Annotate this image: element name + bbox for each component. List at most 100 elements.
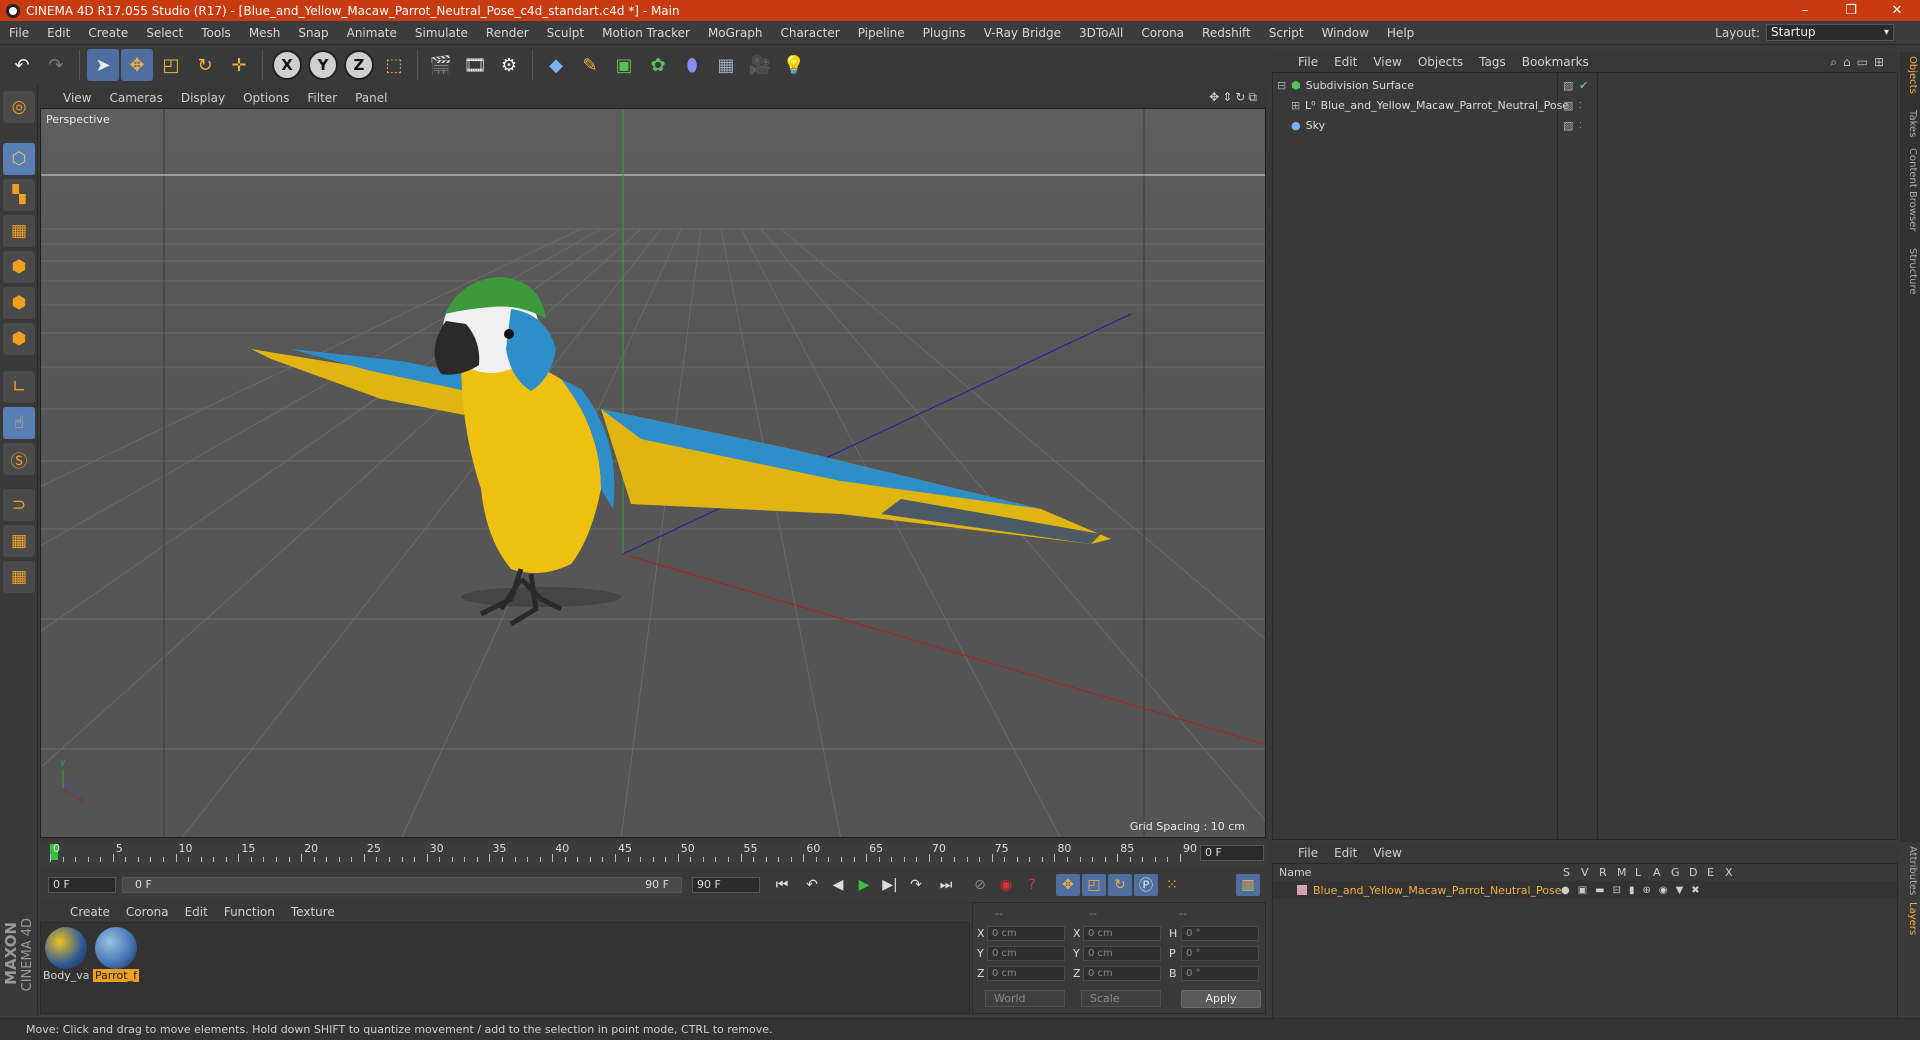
material-menu-function[interactable]: Function (216, 905, 283, 919)
grid-lock-icon[interactable]: ▦ (3, 525, 35, 557)
viewport-menu-cameras[interactable]: Cameras (100, 91, 171, 105)
start-frame-field[interactable]: 0 F (48, 877, 116, 893)
cube-primitive-icon[interactable]: ◆ (540, 49, 572, 81)
layout-dropdown[interactable]: Startup (1766, 24, 1894, 41)
undo-icon[interactable]: ↶ (6, 49, 38, 81)
axis-mode-icon[interactable]: ∟ (3, 371, 35, 403)
layer-row[interactable]: Blue_and_Yellow_Macaw_Parrot_Neutral_Pos… (1273, 881, 1897, 899)
key-rotation-icon[interactable]: ↻ (1108, 874, 1132, 896)
visibility-dots-icon[interactable]: ⁚ (1579, 101, 1582, 110)
redo-icon[interactable]: ↷ (40, 49, 72, 81)
tweak-mode-icon[interactable]: ☝ (3, 407, 35, 439)
solo-mode-icon[interactable]: Ⓢ (3, 443, 35, 475)
size-z-field[interactable]: 0 cm (1083, 966, 1161, 981)
key-scale-icon[interactable]: ◰ (1082, 874, 1106, 896)
edit-render-toggle-icon[interactable]: ▨ (1563, 119, 1573, 132)
menu-file[interactable]: File (0, 26, 38, 40)
render-settings-icon[interactable]: ⚙ (493, 49, 525, 81)
visibility-dots-icon[interactable]: ⁚ (1579, 121, 1582, 130)
y-axis-lock-button[interactable]: Y (308, 50, 338, 80)
enable-check-icon[interactable]: ✔ (1579, 79, 1588, 92)
object-row[interactable]: ⊞ L⁰ Blue_and_Yellow_Macaw_Parrot_Neutra… (1273, 95, 1897, 115)
move-tool-icon[interactable]: ✥ (121, 49, 153, 81)
viewport-menu-display[interactable]: Display (172, 91, 234, 105)
menu-create[interactable]: Create (79, 26, 137, 40)
objects-menu-file[interactable]: File (1290, 55, 1326, 69)
objects-menu-bookmarks[interactable]: Bookmarks (1514, 55, 1597, 69)
subdivision-surface-icon[interactable]: ▣ (608, 49, 640, 81)
material-swatch-selected[interactable]: Parrot_f (93, 927, 139, 982)
tab-structure[interactable]: Structure (1902, 248, 1918, 295)
autokey-icon[interactable]: ? (1020, 874, 1044, 896)
frame-range-slider[interactable]: 0 F 90 F (122, 877, 682, 893)
tab-takes[interactable]: Takes (1902, 110, 1918, 137)
material-menu-create[interactable]: Create (62, 905, 118, 919)
array-icon[interactable]: ✿ (642, 49, 674, 81)
viewport-menu-panel[interactable]: Panel (346, 91, 396, 105)
menu-edit[interactable]: Edit (38, 26, 79, 40)
menu-script[interactable]: Script (1260, 26, 1313, 40)
previous-frame-icon[interactable]: ◀ (826, 874, 850, 896)
menu-render[interactable]: Render (477, 26, 538, 40)
timeline-window-icon[interactable]: ▥ (1236, 874, 1260, 896)
rot-b-field[interactable]: 0 ° (1181, 966, 1259, 981)
edit-render-toggle-icon[interactable]: ▨ (1563, 99, 1573, 112)
menu-redshift[interactable]: Redshift (1193, 26, 1260, 40)
workplane-icon[interactable]: ▦ (3, 215, 35, 247)
menu-motion-tracker[interactable]: Motion Tracker (593, 26, 699, 40)
tab-content-browser[interactable]: Content Browser (1902, 148, 1918, 231)
transform-tool-icon[interactable]: ✛ (223, 49, 255, 81)
texture-mode-icon[interactable]: ▚ (3, 179, 35, 211)
snap-magnet-icon[interactable]: ⊃ (3, 489, 35, 521)
pos-z-field[interactable]: 0 cm (987, 966, 1065, 981)
pos-y-field[interactable]: 0 cm (987, 946, 1065, 961)
size-mode-dropdown[interactable]: Scale (1081, 990, 1161, 1007)
key-position-icon[interactable]: ✥ (1056, 874, 1080, 896)
material-menu-edit[interactable]: Edit (177, 905, 216, 919)
key-parameter-icon[interactable]: Ⓟ (1134, 874, 1158, 896)
menu-mograph[interactable]: MoGraph (699, 26, 772, 40)
previous-key-icon[interactable]: ↶ (800, 874, 824, 896)
model-mode-icon[interactable]: ⬡ (3, 143, 35, 175)
coordinate-space-dropdown[interactable]: World (985, 990, 1065, 1007)
pos-x-field[interactable]: 0 cm (987, 926, 1065, 941)
minimize-icon[interactable]: – (1782, 0, 1828, 21)
layer-color-swatch[interactable] (1297, 885, 1307, 895)
render-picture-viewer-icon[interactable]: 🎞 (459, 49, 491, 81)
frame-ruler[interactable]: 0 5 10 15 20 25 30 35 40 45 50 55 60 65 70 75 80 85 90 (50, 842, 1197, 862)
objects-menu-edit[interactable]: Edit (1326, 55, 1365, 69)
viewport-menu-options[interactable]: Options (234, 91, 298, 105)
object-row[interactable]: ● Sky ▨ ⁚ (1273, 115, 1897, 135)
record-keys-disabled-icon[interactable]: ⊘ (968, 874, 992, 896)
menu-vray-bridge[interactable]: V-Ray Bridge (975, 26, 1070, 40)
tab-objects[interactable]: Objects (1902, 56, 1918, 94)
menu-plugins[interactable]: Plugins (914, 26, 975, 40)
record-active-icon[interactable]: ◉ (994, 874, 1018, 896)
live-selection-icon[interactable]: ➤ (87, 49, 119, 81)
polygons-mode-icon[interactable]: ⬢ (3, 323, 35, 355)
layers-menu-view[interactable]: View (1365, 846, 1409, 860)
perspective-viewport[interactable]: y x z Perspective Grid Spacing : 10 cm (40, 108, 1266, 838)
size-y-field[interactable]: 0 cm (1083, 946, 1161, 961)
objects-menu-tags[interactable]: Tags (1471, 55, 1514, 69)
layers-menu-file[interactable]: File (1290, 846, 1326, 860)
menu-window[interactable]: Window (1313, 26, 1378, 40)
pen-spline-icon[interactable]: ✎ (574, 49, 606, 81)
next-key-icon[interactable]: ↷ (904, 874, 928, 896)
menu-mesh[interactable]: Mesh (240, 26, 290, 40)
play-icon[interactable]: ▶ (852, 874, 876, 896)
objects-menu-objects[interactable]: Objects (1410, 55, 1471, 69)
size-x-field[interactable]: 0 cm (1083, 926, 1161, 941)
object-manager-search-icon[interactable]: ⌕⌂▭⊞ (1830, 55, 1890, 70)
viewport-menu-view[interactable]: View (54, 91, 100, 105)
rot-h-field[interactable]: 0 ° (1181, 926, 1259, 941)
menu-select[interactable]: Select (137, 26, 192, 40)
deformer-icon[interactable]: ⬮ (676, 49, 708, 81)
x-axis-lock-button[interactable]: X (272, 50, 302, 80)
tab-layers[interactable]: Layers (1902, 902, 1918, 935)
menu-snap[interactable]: Snap (289, 26, 337, 40)
edit-render-toggle-icon[interactable]: ▨ (1563, 79, 1573, 92)
menu-character[interactable]: Character (771, 26, 848, 40)
render-view-icon[interactable]: 🎬 (425, 49, 457, 81)
material-menu-corona[interactable]: Corona (118, 905, 177, 919)
